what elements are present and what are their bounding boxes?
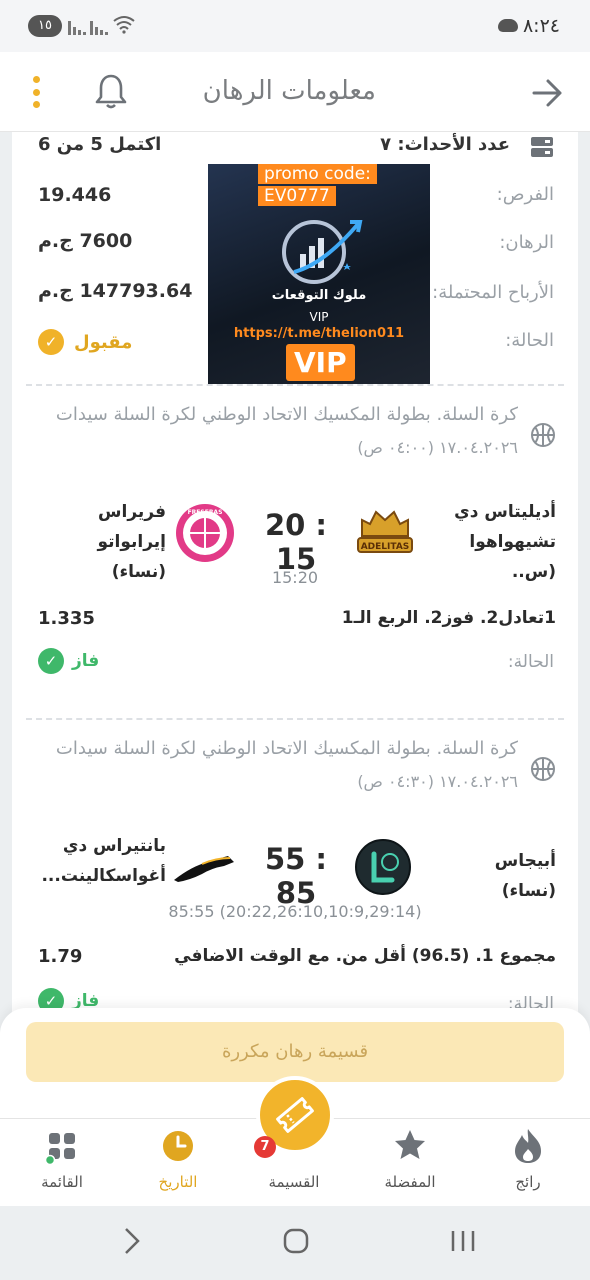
event-card: كرة السلة. بطولة المكسيك الاتحاد الوطني … [0,376,590,718]
league-name: كرة السلة. بطولة المكسيك الاتحاد الوطني … [55,738,518,759]
repeat-bet-button[interactable]: قسيمة رهان مكررة [26,1022,564,1082]
score: 20 : 15 [264,508,328,576]
home-team-logo [355,839,411,895]
system-home-icon[interactable] [282,1226,310,1256]
check-circle-icon: ✓ [38,648,64,674]
divider [26,718,564,720]
league-name: كرة السلة. بطولة المكسيك الاتحاد الوطني … [55,404,518,425]
market-name: 1تعادل2. فوز2. الربع الـ1 [341,608,556,628]
event-status-won: ✓ فاز [38,648,99,674]
event-date: ١٧.٠٤.٢٠٢٦ (٠٤:٣٠ ص) [357,772,518,791]
nav-label-popular: رائج [515,1173,541,1191]
ticket-notch [582,710,590,726]
nav-label-favorites: المفضلة [384,1173,436,1191]
basketball-icon [531,757,555,781]
score: 55 : 85 [264,842,328,910]
notification-count-badge: ١٥ [28,15,62,37]
event-date: ١٧.٠٤.٢٠٢٦ (٠٤:٠٠ ص) [357,438,518,457]
event-odds: 1.79 [38,946,83,967]
away-logo-text: FRESERAS [188,509,223,516]
menu-grid-icon [44,1133,75,1165]
promo-banner[interactable]: promo code: EV0777 ملوك التوقعات VIP htt… [208,164,430,385]
page-title: معلومات الرهان [202,76,376,106]
nav-label-history: التاريخ [158,1173,198,1191]
status-accepted: ✓ مقبول [38,329,132,355]
flame-icon [515,1129,541,1163]
ticket-notch [582,376,590,392]
bell-icon[interactable] [94,72,128,110]
basketball-icon [531,423,555,447]
event-status-value: فاز [72,651,100,671]
period-score: 85:55 (20:22,26:10,10:9,29:14) [168,902,422,921]
period-score: 15:20 [271,568,319,587]
event-card: كرة السلة. بطولة المكسيك الاتحاد الوطني … [0,710,590,1012]
promo-brand-name: ملوك التوقعات [271,288,367,303]
promo-url[interactable]: https://t.me/thelion011 [208,326,430,341]
bet-summary-card: عدد الأحداث: ٧ اكتمل 5 من 6 الفرص: 19.44… [12,132,578,385]
growth-chart-logo [282,220,363,284]
stake-label: الرهان: [499,232,554,253]
event-odds: 1.335 [38,608,95,629]
system-recents-icon[interactable] [448,1226,478,1256]
more-options-icon[interactable] [28,76,44,108]
stake-value: 7600 ج.م [38,230,133,252]
clock: ٨:٢٤ [522,15,560,37]
app-header: معلومات الرهان [0,52,590,132]
odds-label: الفرص: [496,184,554,205]
star-icon [395,1130,425,1159]
promo-code-value: EV0777 [258,186,336,206]
status-value: مقبول [74,331,133,353]
promo-vip-badge: VIP [286,344,355,381]
weather-icon [498,19,518,32]
nav-item-menu[interactable]: القائمة [12,1127,112,1191]
odds-value: 19.446 [38,184,112,206]
system-back-icon[interactable] [120,1226,144,1256]
status-label: الحالة: [505,330,554,351]
nav-item-favorites[interactable]: المفضلة [360,1127,460,1191]
clock-icon [163,1131,193,1161]
signal-icon-2 [90,17,108,35]
events-list-icon [531,137,553,157]
away-team-name: بانتيراس دي أغواسكالينت... [41,836,166,886]
event-status-label: الحالة: [507,652,554,672]
bet-details-scroll[interactable]: عدد الأحداث: ٧ اكتمل 5 من 6 الفرص: 19.44… [0,132,590,1012]
nav-item-history[interactable]: التاريخ [128,1127,228,1191]
check-circle-icon: ✓ [38,329,64,355]
home-team-name: أبيجاس (نساء) [494,851,556,901]
away-team-logo: FRESERAS [176,504,234,562]
promo-vip-text: VIP [309,310,329,324]
back-arrow-icon[interactable] [530,76,564,110]
completed-count: اكتمل 5 من 6 [38,134,162,155]
system-navigation-bar [0,1206,590,1280]
away-team-logo [174,856,234,882]
nav-label-menu: القائمة [41,1173,83,1191]
ticket-notch [0,710,8,726]
divider [26,384,564,386]
wifi-icon [113,16,135,34]
home-team-logo: ADELITAS [357,510,413,553]
ticket-notch [0,376,8,392]
promo-code-label: promo code: [258,164,377,184]
nav-label-coupon: القسيمة [268,1173,320,1191]
market-name: مجموع 1. (96.5) أقل من. مع الوقت الاضافي [174,946,556,966]
potential-winnings-value: 147793.64 ج.م [38,280,193,302]
home-logo-text: ADELITAS [361,542,410,552]
events-count: عدد الأحداث: ٧ [380,134,510,155]
signal-icon [68,17,86,35]
nav-item-popular[interactable]: رائج [478,1127,578,1191]
status-bar: ١٥ ٨:٢٤ [0,0,590,52]
potential-winnings-label: الأرباح المحتملة: [432,282,554,303]
coupon-count-badge: 7 [254,1136,276,1158]
ticket-icon [276,1097,314,1133]
